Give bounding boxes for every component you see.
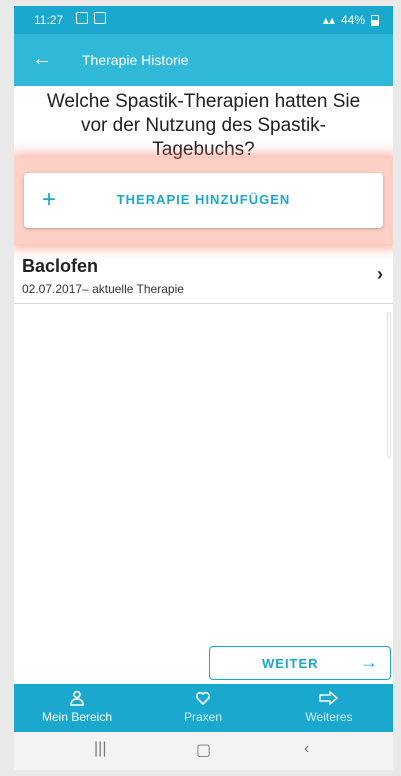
add-therapy-highlight: + THERAPIE HINZUFÜGEN: [14, 158, 393, 244]
question-text: Welche Spastik-Therapien hatten Sie vor …: [46, 91, 361, 160]
therapy-list-item[interactable]: Baclofen 02.07.2017– aktuelle Therapie ›: [14, 252, 393, 304]
phone-frame: 11:27 ▴▴ 44% ← Therapie Historie Welche …: [0, 0, 401, 776]
recent-apps-icon[interactable]: |||: [94, 740, 106, 758]
status-time: 11:27: [34, 13, 64, 27]
system-navigation-bar: ||| ▢ ‹: [14, 732, 393, 770]
nav-label: Mein Bereich: [41, 710, 113, 724]
signal-icon: ▴▴: [322, 13, 335, 27]
scrollbar[interactable]: [387, 312, 391, 458]
app-screen: 11:27 ▴▴ 44% ← Therapie Historie Welche …: [14, 6, 393, 770]
nav-item-praxen[interactable]: Praxen: [140, 684, 266, 732]
arrow-right-icon: →: [360, 652, 378, 672]
battery-icon: [371, 14, 379, 26]
therapy-name: Baclofen: [22, 256, 99, 276]
nav-label: Praxen: [183, 710, 223, 724]
status-notification-icons: [76, 12, 106, 24]
person-icon: [70, 690, 84, 706]
bottom-navigation: Mein Bereich Praxen Weiteres: [14, 684, 393, 732]
therapy-period: 02.07.2017– aktuelle Therapie: [22, 282, 184, 296]
chevron-right-icon: ›: [377, 264, 383, 284]
next-button-label: WEITER: [262, 656, 319, 671]
next-button[interactable]: WEITER →: [209, 646, 391, 680]
app-bar: ← Therapie Historie: [14, 34, 393, 86]
back-arrow-icon[interactable]: ←: [32, 48, 52, 70]
add-therapy-button[interactable]: + THERAPIE HINZUFÜGEN: [24, 173, 383, 228]
status-right: ▴▴ 44%: [323, 13, 379, 27]
gallery-icon: [76, 12, 88, 24]
arrow-right-outline-icon: [319, 690, 339, 706]
home-icon[interactable]: ▢: [196, 740, 211, 760]
nav-item-mein-bereich[interactable]: Mein Bereich: [14, 684, 140, 732]
heart-icon: [195, 691, 211, 706]
add-therapy-label: THERAPIE HINZUFÜGEN: [116, 192, 291, 207]
system-back-icon[interactable]: ‹: [304, 740, 309, 758]
battery-level: 44%: [340, 13, 365, 27]
calendar-icon: [94, 12, 106, 24]
page-title: Therapie Historie: [82, 52, 189, 68]
nav-item-weiteres[interactable]: Weiteres: [266, 684, 392, 732]
status-bar: 11:27 ▴▴ 44%: [14, 6, 393, 34]
nav-label: Weiteres: [305, 710, 353, 724]
